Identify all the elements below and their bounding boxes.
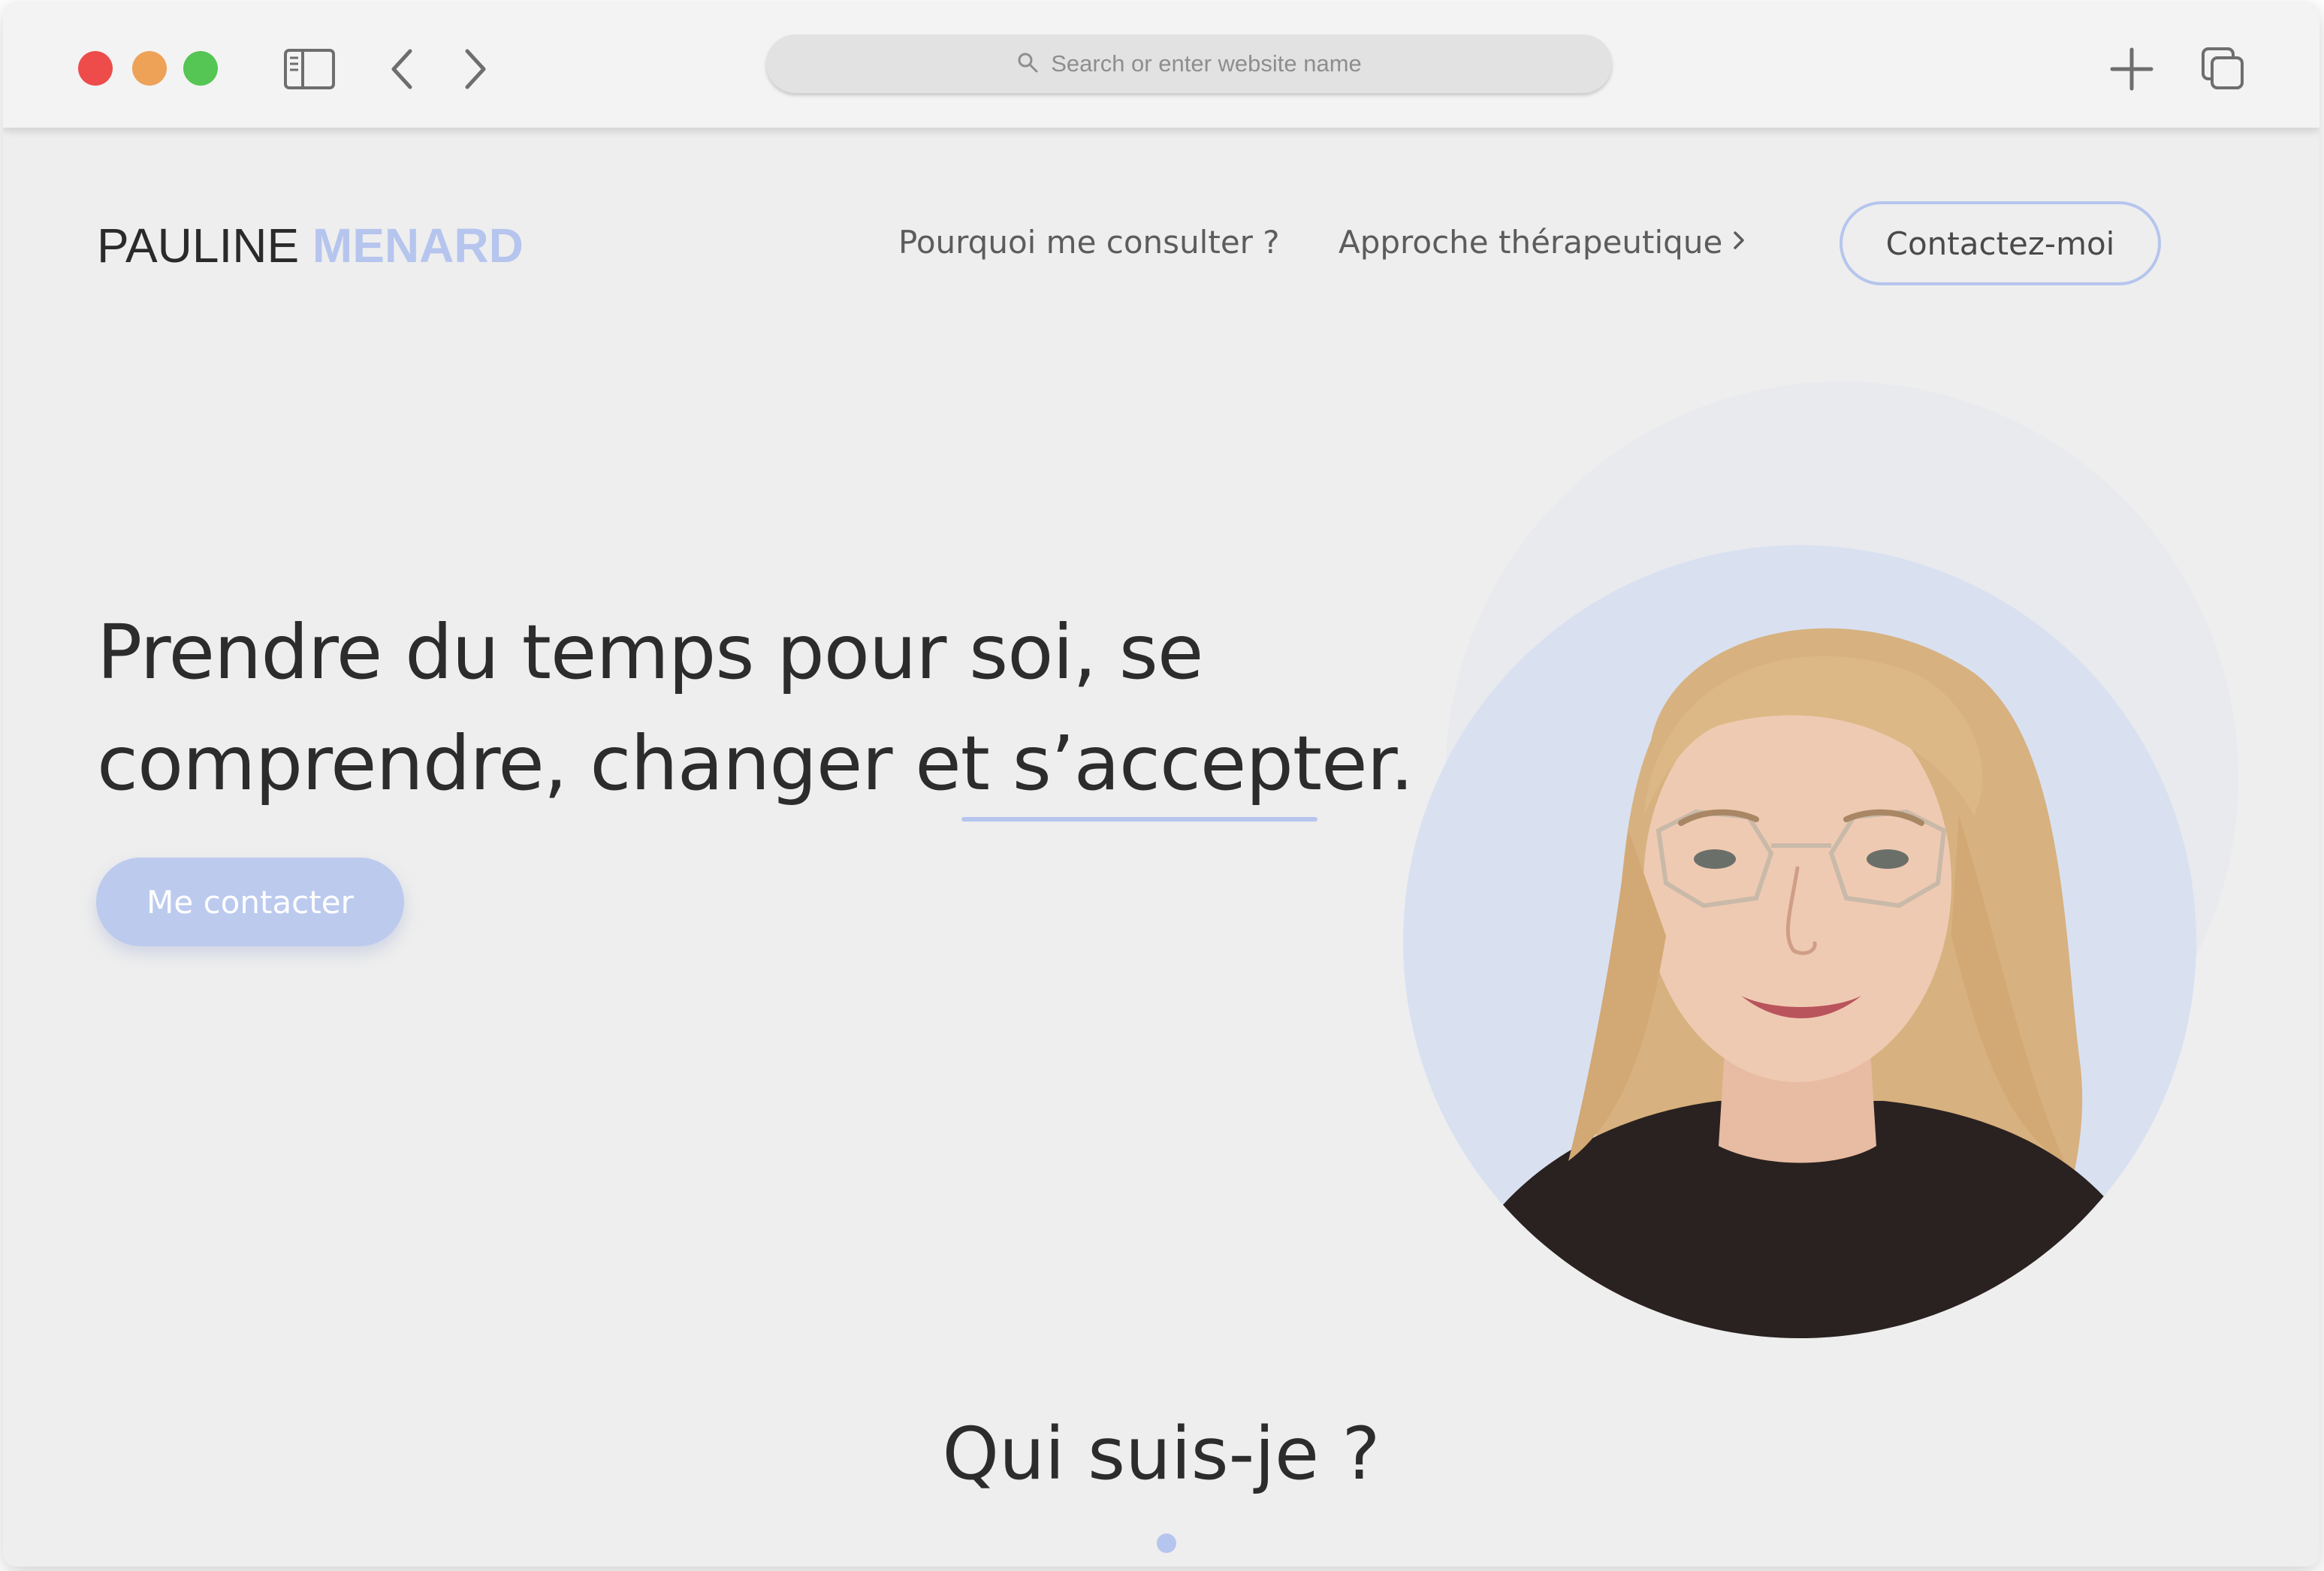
search-icon — [1016, 51, 1039, 77]
logo-first-name: PAULINE — [97, 219, 300, 273]
minimize-window-button[interactable] — [132, 51, 167, 86]
browser-window: Search or enter website name PAULINE MEN… — [3, 2, 2319, 1566]
contact-me-button[interactable]: Contactez-moi — [1840, 201, 2161, 285]
zoom-window-button[interactable] — [183, 51, 218, 86]
hero-headline-line-1: Prendre du temps pour soi, se — [97, 608, 1203, 696]
chevron-right-icon[interactable] — [1731, 227, 1747, 257]
forward-icon[interactable] — [445, 39, 505, 99]
address-placeholder: Search or enter website name — [1051, 50, 1362, 77]
new-tab-icon[interactable] — [2102, 39, 2162, 99]
browser-toolbar: Search or enter website name — [3, 2, 2319, 128]
hero-headline-line-2: comprendre, changer et s’accepter. — [97, 719, 1414, 807]
back-icon[interactable] — [373, 39, 433, 99]
scroll-indicator-dot[interactable] — [1157, 1533, 1176, 1553]
sidebar-icon[interactable] — [279, 39, 340, 99]
logo-last-name: MENARD — [312, 219, 524, 273]
address-bar[interactable]: Search or enter website name — [766, 35, 1612, 93]
tabs-overview-icon[interactable] — [2193, 39, 2253, 99]
section-title-who-am-i: Qui suis-je ? — [942, 1412, 1381, 1496]
nav-link-therapeutic-approach[interactable]: Approche thérapeutique — [1339, 224, 1722, 261]
me-contacter-button[interactable]: Me contacter — [96, 858, 404, 946]
portrait-photo — [1403, 545, 2196, 1338]
web-page: PAULINE MENARD Pourquoi me consulter ? A… — [3, 128, 2319, 1566]
headline-underline — [961, 817, 1317, 822]
nav-link-why-consult[interactable]: Pourquoi me consulter ? — [898, 224, 1280, 261]
close-window-button[interactable] — [78, 51, 113, 86]
site-logo[interactable]: PAULINE MENARD — [97, 218, 524, 273]
